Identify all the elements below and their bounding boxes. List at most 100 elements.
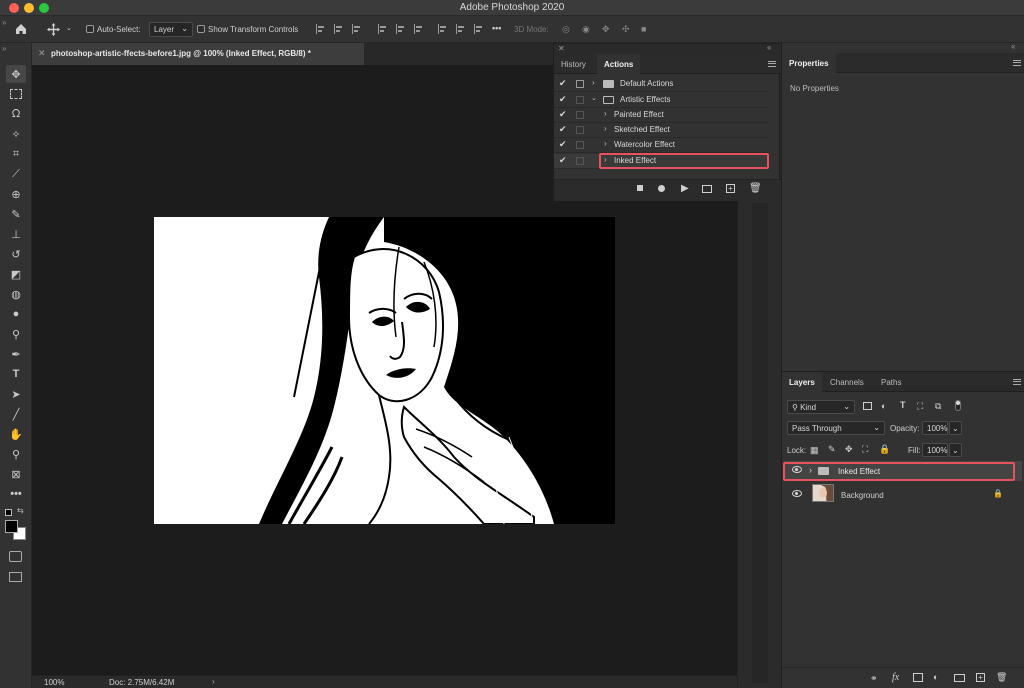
eyedropper-tool-icon[interactable]: ⟋ xyxy=(6,165,26,183)
tab-layers[interactable]: Layers xyxy=(782,372,822,392)
eraser-tool-icon[interactable]: ◩ xyxy=(6,265,26,283)
collapse-panel-icon[interactable]: « xyxy=(767,43,771,52)
filter-adjustment-icon[interactable]: ◐ xyxy=(881,401,886,411)
panel-menu-icon[interactable] xyxy=(768,61,776,67)
chevron-right-icon[interactable]: › xyxy=(809,465,812,475)
clone-stamp-tool-icon[interactable]: ⊥ xyxy=(6,225,26,243)
align-middle-icon[interactable] xyxy=(396,24,405,34)
auto-select-dropdown[interactable]: Layer ⌄ xyxy=(149,22,193,37)
new-layer-icon[interactable]: + xyxy=(976,673,985,682)
align-left-icon[interactable] xyxy=(316,24,325,34)
new-action-icon[interactable]: + xyxy=(726,184,735,193)
tab-paths[interactable]: Paths xyxy=(874,372,908,392)
trash-icon[interactable]: 🗑 xyxy=(749,183,762,194)
fill-dropdown[interactable]: ⌄ xyxy=(949,443,962,457)
healing-brush-tool-icon[interactable]: ⊕ xyxy=(6,185,26,203)
layer-row-inked-effect[interactable]: › Inked Effect xyxy=(784,461,1022,481)
type-tool-icon[interactable]: T xyxy=(6,365,26,383)
path-selection-tool-icon[interactable]: ➤ xyxy=(6,385,26,403)
screen-mode-icon[interactable] xyxy=(9,572,22,582)
opacity-dropdown[interactable]: ⌄ xyxy=(949,421,962,435)
dialog-toggle-icon[interactable] xyxy=(576,80,584,88)
chevron-right-icon[interactable]: › xyxy=(604,124,607,133)
close-document-icon[interactable]: ✕ xyxy=(38,48,46,59)
line-tool-icon[interactable]: ╱ xyxy=(6,405,26,423)
swap-colors-icon[interactable]: ⇆ xyxy=(17,506,24,515)
align-bottom-icon[interactable] xyxy=(414,24,423,34)
quick-mask-icon[interactable] xyxy=(9,551,22,562)
roll-3d-icon[interactable]: ◉ xyxy=(582,24,590,35)
layer-name[interactable]: Inked Effect xyxy=(838,467,880,476)
distribute-right-icon[interactable] xyxy=(474,24,483,34)
blur-tool-icon[interactable]: ● xyxy=(6,305,26,323)
tab-actions[interactable]: Actions xyxy=(597,54,641,74)
opacity-input[interactable]: 100% xyxy=(922,421,948,435)
eye-icon[interactable] xyxy=(792,490,802,497)
add-mask-icon[interactable] xyxy=(913,673,923,682)
edit-toolbar-icon[interactable]: ••• xyxy=(6,485,26,503)
filter-smart-object-icon[interactable]: ⧉ xyxy=(935,401,941,412)
new-group-folder-icon[interactable] xyxy=(954,674,965,682)
brush-tool-icon[interactable]: ✎ xyxy=(6,205,26,223)
action-row[interactable]: ✔ › Watercolor Effect xyxy=(554,138,769,153)
layer-style-fx-icon[interactable]: fx xyxy=(892,672,899,683)
document-image[interactable] xyxy=(154,217,615,524)
eye-icon[interactable] xyxy=(792,466,802,473)
close-panel-icon[interactable]: ✕ xyxy=(558,44,565,53)
filter-shape-icon[interactable]: ⛶ xyxy=(917,401,923,412)
zoom-level[interactable]: 100% xyxy=(44,678,64,687)
home-icon[interactable] xyxy=(14,22,28,36)
chevron-down-icon[interactable]: ⌄ xyxy=(66,24,72,32)
slide-3d-icon[interactable]: ✣ xyxy=(622,24,630,35)
checkmark-icon[interactable]: ✔ xyxy=(559,139,567,150)
expand-panel-icon[interactable]: » xyxy=(0,16,12,43)
record-icon[interactable] xyxy=(658,185,665,192)
dialog-toggle-icon[interactable] xyxy=(576,126,584,134)
magic-wand-tool-icon[interactable]: ✧ xyxy=(6,125,26,143)
zoom-tool-icon[interactable]: ⚲ xyxy=(6,445,26,463)
stop-icon[interactable] xyxy=(637,185,643,191)
crop-tool-icon[interactable]: ⌗ xyxy=(6,145,26,163)
blend-mode-dropdown[interactable]: Pass Through ⌄ xyxy=(787,421,885,435)
filter-type-icon[interactable]: T xyxy=(900,400,906,410)
link-layers-icon[interactable]: ⚭ xyxy=(870,673,878,684)
dodge-tool-icon[interactable]: ⚲ xyxy=(6,325,26,343)
show-transform-checkbox[interactable] xyxy=(197,25,205,33)
tab-properties[interactable]: Properties xyxy=(782,53,836,73)
auto-select-checkbox[interactable] xyxy=(86,25,94,33)
action-row[interactable]: ✔ › Painted Effect xyxy=(554,108,769,123)
dialog-toggle-icon[interactable] xyxy=(576,141,584,149)
align-right-icon[interactable] xyxy=(352,24,361,34)
paint-bucket-tool-icon[interactable]: ◍ xyxy=(6,285,26,303)
layer-filter-dropdown[interactable]: ⚲ Kind ⌄ xyxy=(787,400,855,414)
frame-tool-icon[interactable]: ⊠ xyxy=(6,465,26,483)
dialog-toggle-icon[interactable] xyxy=(576,96,584,104)
lock-all-icon[interactable]: 🔒 xyxy=(879,444,890,455)
checkmark-icon[interactable]: ✔ xyxy=(559,109,567,120)
pen-tool-icon[interactable]: ✒ xyxy=(6,345,26,363)
default-colors-icon[interactable] xyxy=(5,509,12,516)
action-set-row[interactable]: ✔ ⌄ Artistic Effects xyxy=(554,93,769,108)
chevron-right-icon[interactable]: › xyxy=(604,155,607,164)
more-options-button[interactable]: ••• xyxy=(492,23,501,33)
checkmark-icon[interactable]: ✔ xyxy=(559,155,567,166)
panel-menu-icon[interactable] xyxy=(1013,379,1021,385)
fill-input[interactable]: 100% xyxy=(922,443,948,457)
checkmark-icon[interactable]: ✔ xyxy=(559,78,567,89)
align-top-icon[interactable] xyxy=(378,24,387,34)
checkmark-icon[interactable]: ✔ xyxy=(559,124,567,135)
chevron-right-icon[interactable]: › xyxy=(212,677,215,686)
action-set-row[interactable]: ✔ › Default Actions xyxy=(554,77,769,92)
layer-row-background[interactable]: Background 🔒 xyxy=(784,483,1022,505)
checkmark-icon[interactable]: ✔ xyxy=(559,94,567,105)
orbit-3d-icon[interactable]: ◎ xyxy=(562,24,570,35)
chevron-right-icon[interactable]: › xyxy=(604,139,607,148)
foreground-color-swatch[interactable] xyxy=(5,520,18,533)
filter-toggle-switch[interactable] xyxy=(955,400,961,411)
adjustment-layer-icon[interactable]: ◐ xyxy=(933,672,938,682)
tab-channels[interactable]: Channels xyxy=(823,372,871,392)
align-center-icon[interactable] xyxy=(334,24,343,34)
layer-name[interactable]: Background xyxy=(841,491,884,500)
distribute-left-icon[interactable] xyxy=(438,24,447,34)
lasso-tool-icon[interactable]: ᘯ xyxy=(6,105,26,123)
